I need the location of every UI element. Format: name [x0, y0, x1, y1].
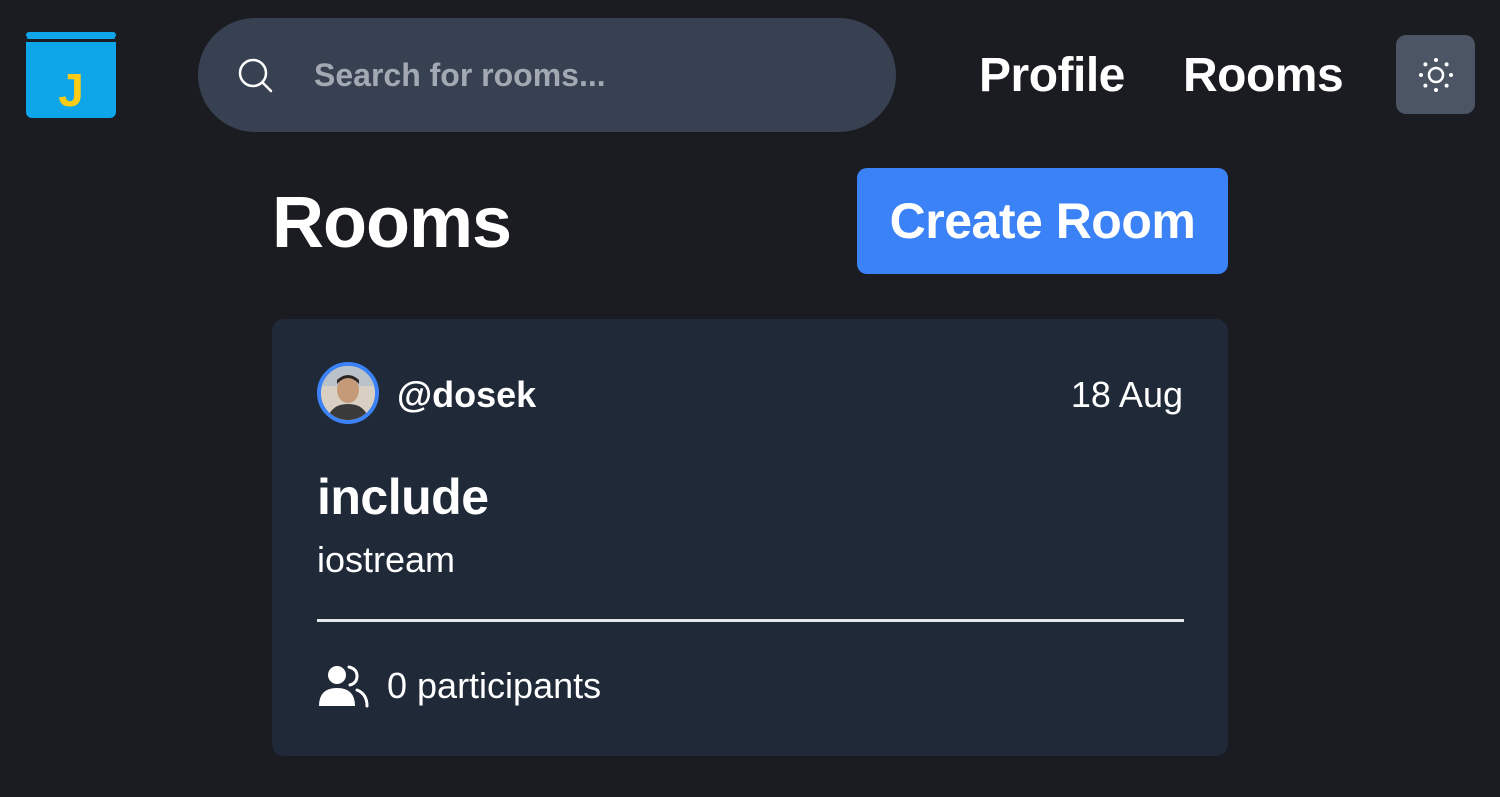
book-logo-icon: J: [26, 32, 116, 118]
room-date: 18 Aug: [1070, 374, 1183, 415]
participants-icon: [319, 665, 369, 708]
sun-icon: [1418, 57, 1453, 92]
logo-letter: J: [58, 64, 84, 116]
app-logo[interactable]: J: [24, 30, 118, 120]
room-topic: iostream: [317, 539, 456, 580]
theme-toggle-button[interactable]: [1396, 35, 1475, 114]
nav-rooms-link[interactable]: Rooms: [1183, 46, 1344, 106]
page: J Profile Rooms Rooms Create Room: [0, 0, 1500, 797]
create-room-button[interactable]: Create Room: [857, 168, 1228, 274]
host-avatar[interactable]: [317, 362, 379, 424]
search-input[interactable]: [314, 52, 874, 98]
page-title: Rooms: [272, 183, 512, 263]
avatar-image: [321, 366, 375, 420]
card-divider: [317, 619, 1184, 622]
nav-profile-link[interactable]: Profile: [979, 46, 1125, 106]
room-card[interactable]: @dosek 18 Aug include iostream 0 partici…: [272, 319, 1228, 756]
participants-count: 0 participants: [387, 665, 602, 706]
host-username[interactable]: @dosek: [397, 374, 536, 416]
room-name[interactable]: include: [317, 469, 489, 525]
search-icon: [238, 58, 273, 93]
